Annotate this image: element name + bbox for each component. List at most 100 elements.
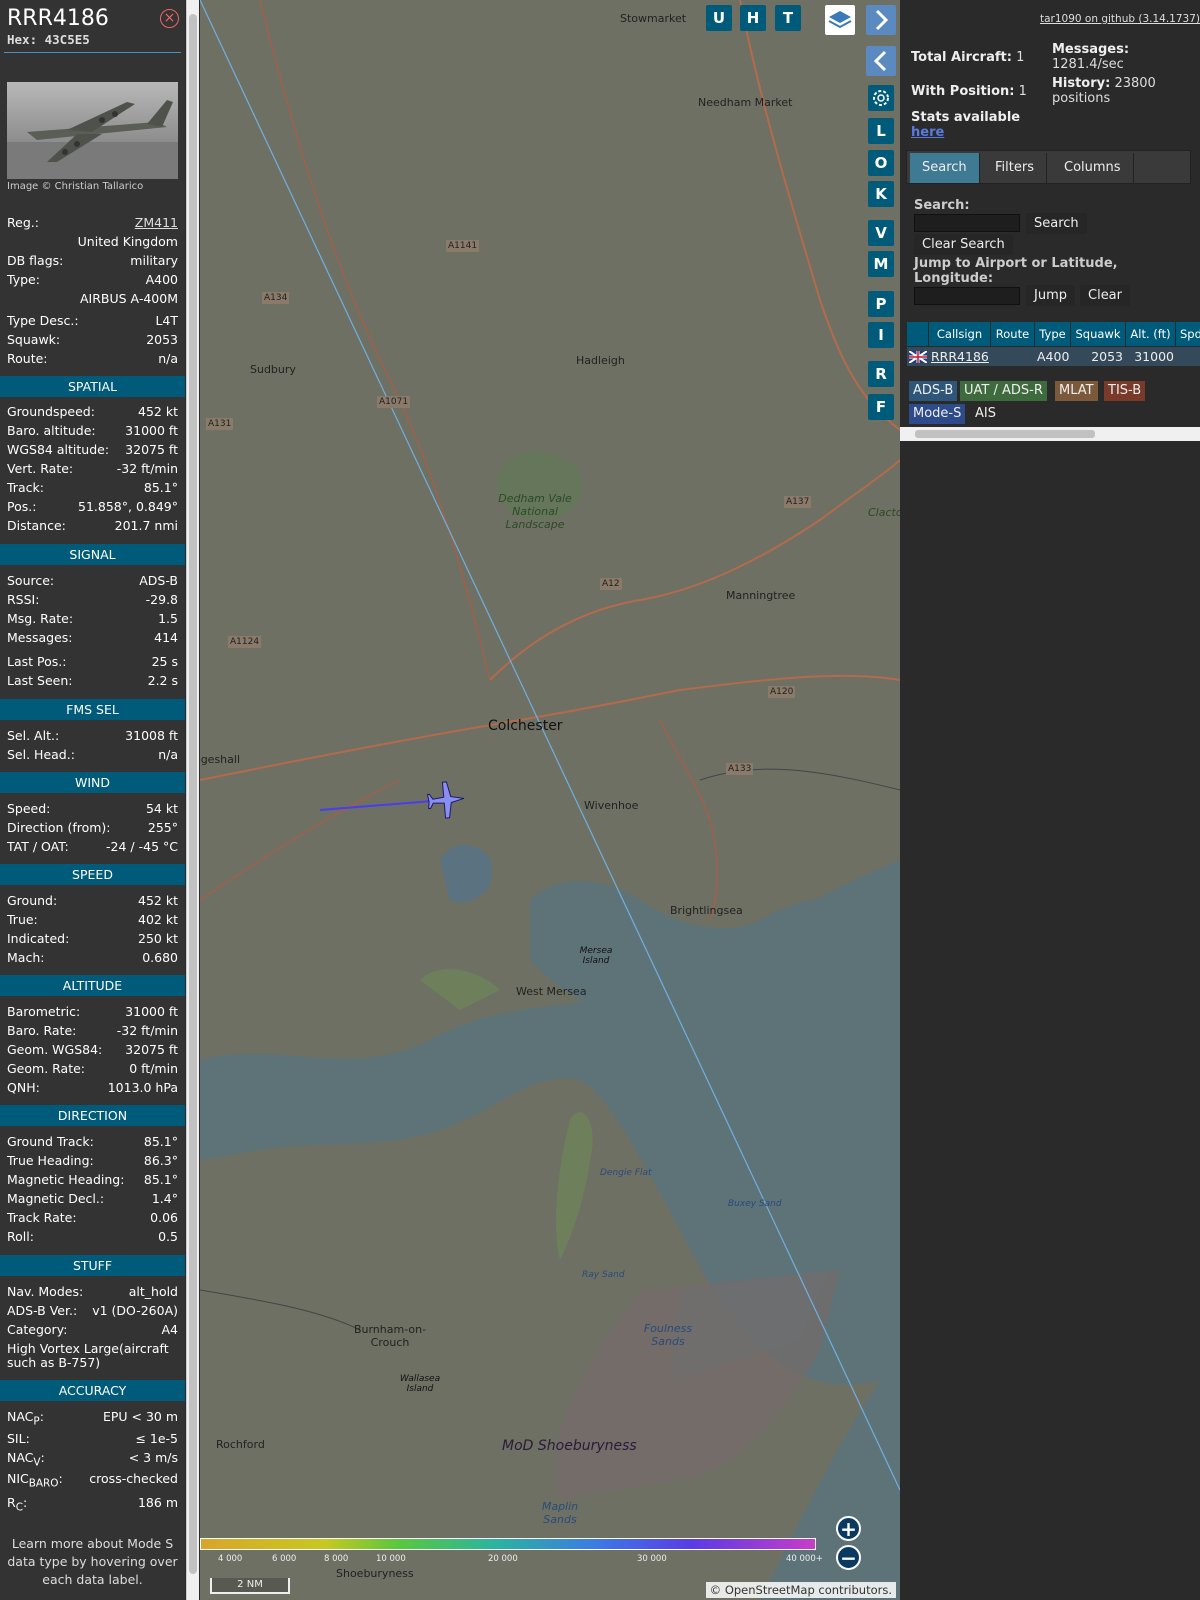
- rc-value: 186 m: [137, 1495, 178, 1510]
- aircraft-info-panel: RRR4186 Hex: 43C5E5 × Image © Christian …: [0, 0, 185, 1600]
- search-button[interactable]: Search: [1026, 213, 1087, 234]
- map-button-p[interactable]: P: [868, 291, 894, 317]
- info-value: 0.680: [142, 950, 178, 965]
- type-label: Type:: [7, 272, 40, 287]
- place-label: Clacton-on-Sea: [868, 506, 900, 519]
- info-value: -32 ft/min: [116, 1023, 178, 1038]
- sil-value: ≤ 1e-5: [135, 1431, 178, 1446]
- table-header-callsign[interactable]: Callsign: [929, 322, 991, 346]
- source-badge[interactable]: Mode-S: [909, 404, 966, 424]
- rc-label-text: R: [7, 1495, 16, 1510]
- aircraft-table: Callsign Route Type Squawk Alt. (ft) Spd…: [907, 322, 1200, 368]
- zoom-out-button[interactable]: −: [836, 1545, 861, 1570]
- layers-button[interactable]: [825, 5, 855, 35]
- info-label: Vert. Rate:: [7, 461, 74, 476]
- info-row: Pos.: 51.858°, 0.849°: [7, 498, 178, 515]
- map-button-r[interactable]: R: [868, 361, 894, 387]
- nacv-label-text: NAC: [7, 1450, 34, 1465]
- tab-columns[interactable]: Columns: [1052, 153, 1134, 183]
- table-header-speed[interactable]: Spd: [1176, 322, 1200, 346]
- source-badge[interactable]: UAT / ADS-R: [960, 381, 1047, 401]
- table-header-flag: [907, 322, 929, 346]
- table-cell-callsign[interactable]: RRR4186: [931, 347, 991, 366]
- place-label: Burnham-on-Crouch: [353, 1323, 427, 1349]
- table-cell-squawk: 2053: [1091, 349, 1123, 364]
- layers-icon: [828, 11, 852, 29]
- typedesc-value: L4T: [155, 313, 178, 328]
- source-badge[interactable]: ADS-B: [909, 381, 958, 401]
- sidebar-scrollbar[interactable]: [186, 0, 199, 1600]
- map-button-m[interactable]: M: [868, 251, 894, 277]
- info-value: 25 s: [151, 654, 178, 669]
- info-label: Sel. Alt.:: [7, 728, 60, 743]
- aircraft-icon[interactable]: [426, 780, 466, 820]
- info-value: 250 kt: [138, 931, 178, 946]
- messages-value: 1281.4/sec: [1052, 57, 1124, 72]
- aircraft-photo[interactable]: [7, 82, 178, 179]
- source-badge[interactable]: MLAT: [1055, 381, 1098, 401]
- close-icon[interactable]: ×: [160, 9, 179, 28]
- scale-bar: 2 NM: [210, 1578, 290, 1594]
- info-row: TAT / OAT: -24 / -45 °C: [7, 838, 178, 855]
- table-header-type[interactable]: Type: [1035, 322, 1071, 346]
- map-button-o[interactable]: O: [868, 150, 894, 176]
- nacp-sub: P: [33, 1415, 40, 1428]
- tab-search[interactable]: Search: [910, 153, 980, 183]
- source-badge[interactable]: AIS: [971, 404, 1000, 424]
- place-label: Maplin Sands: [541, 1500, 579, 1526]
- table-header-route[interactable]: Route: [991, 322, 1035, 346]
- info-value: n/a: [158, 747, 178, 762]
- info-row: ADS-B Ver.: v1 (DO-260A): [7, 1302, 178, 1319]
- info-label: Mach:: [7, 950, 45, 965]
- road-label: A12: [600, 578, 622, 590]
- map-button-f[interactable]: F: [868, 394, 894, 420]
- route-row: Route: n/a: [7, 350, 178, 367]
- reg-row: Reg.: ZM411: [7, 214, 178, 231]
- table-cell-altitude: 31000: [1134, 349, 1174, 364]
- zoom-in-button[interactable]: +: [836, 1516, 861, 1541]
- collapse-left-button[interactable]: [866, 46, 896, 76]
- with-position-value: 1: [1018, 84, 1027, 99]
- section-accuracy: ACCURACY: [0, 1380, 185, 1401]
- squawk-label: Squawk:: [7, 332, 61, 347]
- place-label: Hadleigh: [576, 354, 625, 367]
- github-link[interactable]: tar1090 on github (3.14.1737): [1040, 13, 1200, 25]
- clear-search-button[interactable]: Clear Search: [914, 234, 1013, 255]
- map-attribution[interactable]: © OpenStreetMap contributors.: [705, 1582, 896, 1598]
- map-button-u[interactable]: U: [706, 5, 732, 31]
- info-label: Category:: [7, 1322, 68, 1337]
- jump-input[interactable]: [914, 287, 1020, 305]
- clear-button[interactable]: Clear: [1080, 285, 1130, 306]
- map-button-h[interactable]: H: [740, 5, 766, 31]
- type-name: AIRBUS A-400M: [80, 291, 178, 306]
- jump-button[interactable]: Jump: [1026, 285, 1075, 306]
- map-button-l[interactable]: L: [868, 118, 894, 144]
- source-badge[interactable]: TIS-B: [1104, 381, 1146, 401]
- section-speed: SPEED: [0, 864, 185, 885]
- stats-link[interactable]: here: [911, 125, 944, 140]
- expand-right-button[interactable]: [866, 5, 896, 35]
- place-label: Dedham Vale National Landscape: [498, 492, 572, 531]
- reg-link[interactable]: ZM411: [135, 214, 178, 231]
- search-input[interactable]: [914, 214, 1020, 232]
- table-header-squawk[interactable]: Squawk: [1071, 322, 1126, 346]
- table-horizontal-scrollbar-thumb[interactable]: [915, 430, 1095, 438]
- info-value: A4: [161, 1322, 178, 1337]
- reg-label: Reg.:: [7, 215, 39, 230]
- tab-filters[interactable]: Filters: [983, 153, 1047, 183]
- table-horizontal-scrollbar[interactable]: [900, 427, 1200, 441]
- place-label: Ray Sand: [582, 1270, 625, 1280]
- info-value: 31008 ft: [125, 728, 178, 743]
- map-button-k[interactable]: K: [868, 181, 894, 207]
- info-row: Track: 85.1°: [7, 479, 178, 496]
- settings-button[interactable]: [868, 85, 894, 111]
- info-value: 2.2 s: [147, 673, 178, 688]
- map-button-t[interactable]: T: [775, 5, 801, 31]
- sidebar-scrollbar-thumb[interactable]: [189, 14, 197, 1574]
- info-value: v1 (DO-260A): [92, 1303, 178, 1318]
- map-button-i[interactable]: I: [868, 322, 894, 348]
- info-label: RSSI:: [7, 592, 40, 607]
- table-header-altitude[interactable]: Alt. (ft): [1126, 322, 1176, 346]
- map-button-v[interactable]: V: [868, 220, 894, 246]
- map-view[interactable]: Stowmarket Needham Market Hadleigh Sudbu…: [200, 0, 900, 1600]
